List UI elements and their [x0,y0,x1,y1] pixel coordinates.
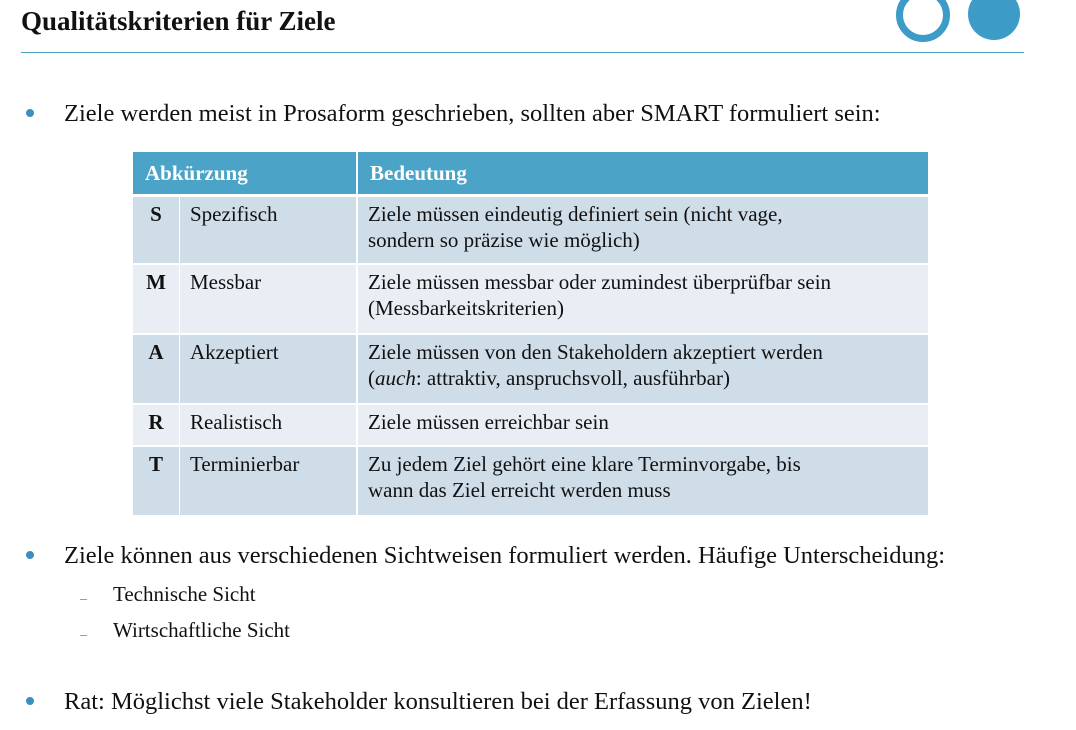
row-description: Ziele müssen messbar oder zumindest über… [357,263,928,335]
description-line: Ziele müssen messbar oder zumindest über… [368,269,832,294]
description-line: (Messbarkeitskriterien) [368,295,564,320]
header-bedeutung: Bedeutung [357,152,928,197]
header-abkuerzung: Abkürzung [133,152,358,197]
bullet-item-sichtweisen: Ziele können aus verschiedenen Sichtweis… [26,542,945,570]
row-description: Zu jedem Ziel gehört eine klare Terminvo… [357,445,928,517]
row-description: Ziele müssen eindeutig definiert sein (n… [357,195,928,265]
table-row: T Terminierbar Zu jedem Ziel gehört eine… [133,445,928,517]
row-term: Spezifisch [179,195,358,265]
title-divider [21,52,1024,53]
row-term: Messbar [179,263,358,335]
table-header-row: Abkürzung Bedeutung [133,152,928,197]
italic-word: auch [375,365,416,390]
row-letter: R [133,403,180,447]
description-line: (auch: attraktiv, anspruchsvoll, ausführ… [368,365,730,390]
sub-bullet-text: Wirtschaftliche Sicht [113,618,291,642]
bullet-icon [26,697,34,706]
description-line: Zu jedem Ziel gehört eine klare Terminvo… [368,451,801,476]
table-row: A Akzeptiert Ziele müssen von den Stakeh… [133,333,928,405]
row-letter: S [133,195,180,265]
bullet-text: Ziele können aus verschiedenen Sichtweis… [64,542,946,569]
dash-icon [80,598,87,600]
dash-icon [80,634,87,636]
row-term: Terminierbar [179,445,358,517]
description-line: Ziele müssen erreichbar sein [368,409,609,434]
bullet-text: Ziele werden meist in Prosaform geschrie… [64,100,881,127]
row-letter: T [133,445,180,517]
description-rest: : attraktiv, anspruchsvoll, ausführbar) [415,365,730,390]
row-letter: A [133,333,180,405]
bullet-text: Rat: Möglichst viele Stakeholder konsult… [64,688,812,715]
row-term: Akzeptiert [179,333,358,405]
sub-bullet-item: Wirtschaftliche Sicht [80,618,290,643]
description-line: Ziele müssen von den Stakeholdern akzept… [368,339,823,364]
description-line: wann das Ziel erreicht werden muss [368,477,671,502]
sub-bullet-text: Technische Sicht [113,582,256,606]
ring-decoration-icon [896,0,950,42]
bullet-item-rat: Rat: Möglichst viele Stakeholder konsult… [26,688,812,716]
description-line: Ziele müssen eindeutig definiert sein (n… [368,202,783,226]
table-row: S Spezifisch Ziele müssen eindeutig defi… [133,195,928,265]
sub-bullet-item: Technische Sicht [80,582,256,607]
row-description: Ziele müssen von den Stakeholdern akzept… [357,333,928,405]
bullet-item-smart: Ziele werden meist in Prosaform geschrie… [26,100,881,128]
smart-table: Abkürzung Bedeutung S Spezifisch Ziele m… [133,152,928,517]
table-row: R Realistisch Ziele müssen erreichbar se… [133,403,928,447]
row-description: Ziele müssen erreichbar sein [357,403,928,447]
slide-title: Qualitätskriterien für Ziele [21,6,336,36]
description-line: sondern so präzise wie möglich) [368,228,640,252]
row-term: Realistisch [179,403,358,447]
bullet-icon [26,551,34,560]
row-letter: M [133,263,180,335]
table-row: M Messbar Ziele müssen messbar oder zumi… [133,263,928,335]
circle-decoration-icon [968,0,1020,40]
bullet-icon [26,109,34,118]
